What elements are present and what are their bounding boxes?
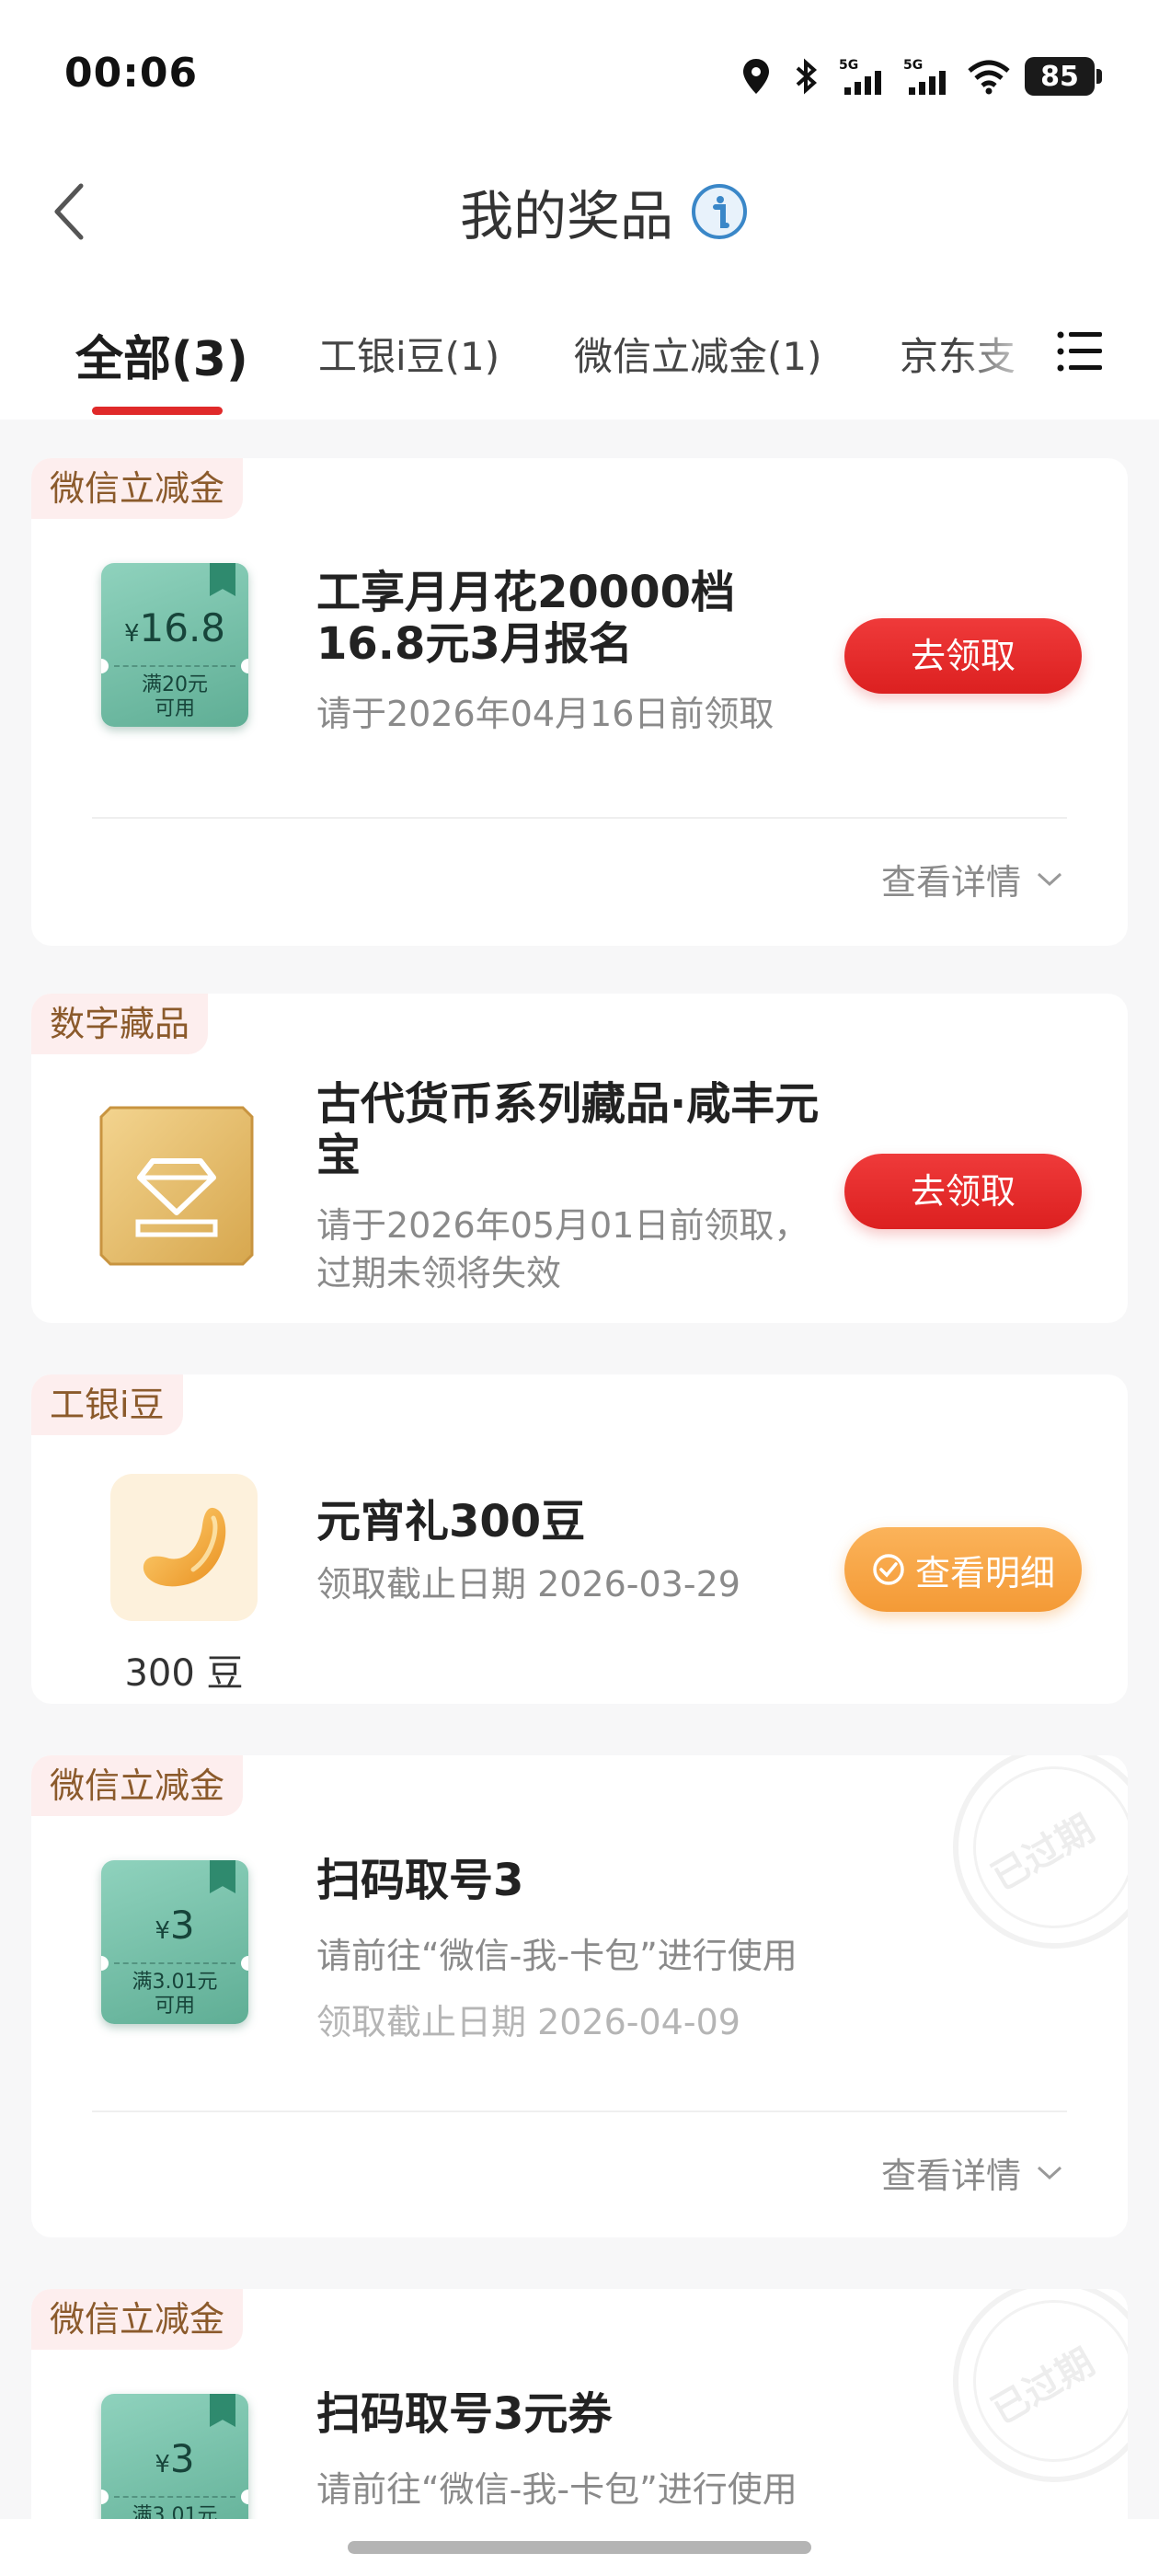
status-icons: 5G 5G 85: [738, 53, 1102, 99]
header: 我的奖品: [0, 147, 1159, 276]
signal-5g-icon: 5G: [837, 56, 889, 97]
bookmark-icon: [210, 2394, 235, 2427]
category-tag: 微信立减金: [31, 2289, 244, 2350]
prize-title: 元宵礼300豆: [316, 1496, 586, 1547]
coupon-condition: 满3.01元: [132, 2504, 218, 2519]
prize-title: 扫码取号3元券: [316, 2388, 613, 2440]
category-tag: 微信立减金: [31, 458, 244, 519]
status-bar: 00:06 5G 5G 85: [0, 0, 1159, 156]
info-icon[interactable]: [690, 182, 749, 241]
signal-5g-icon-2: 5G: [901, 56, 953, 97]
home-indicator[interactable]: [348, 2541, 811, 2554]
view-record-button[interactable]: 查看明细: [844, 1527, 1082, 1612]
svg-text:5G: 5G: [839, 58, 858, 73]
tab-bar: 全部(3) 工银i豆(1) 微信立减金(1) 京东支: [0, 276, 1159, 420]
tab-icbc-beans[interactable]: 工银i豆(1): [318, 326, 499, 382]
claim-button[interactable]: 去领取: [844, 618, 1082, 694]
prize-card: 已过期 微信立减金 ¥3 满3.01元 扫码取号3元券 请前往“微信-我-卡包”…: [31, 2289, 1128, 2519]
coupon-condition: 满3.01元 可用: [132, 1971, 218, 2018]
svg-text:5G: 5G: [903, 58, 923, 73]
coupon-amount: ¥3: [155, 1903, 195, 1948]
prize-deadline: 请于2026年04月16日前领取: [316, 694, 775, 734]
prize-title: 扫码取号3: [316, 1855, 524, 1906]
coupon-icon: ¥3 满3.01元: [101, 2394, 248, 2519]
claim-button[interactable]: 去领取: [844, 1154, 1082, 1229]
prize-card: 微信立减金 ¥16.8 满20元 可用 工享月月花20000档16.8元3月报名 …: [31, 458, 1128, 946]
tab-wechat-discount[interactable]: 微信立减金(1): [574, 326, 822, 382]
prize-deadline: 请于2026年05月01日前领取，过期未领将失效: [316, 1205, 809, 1294]
bookmark-icon: [210, 1860, 235, 1893]
tab-fade: [957, 313, 1067, 396]
chevron-down-icon: [1037, 2166, 1062, 2179]
view-details-label: 查看详情: [880, 2156, 1021, 2196]
prize-card: 已过期 微信立减金 ¥3 满3.01元 可用 扫码取号3 请前往“微信-我-卡包”…: [31, 1755, 1128, 2237]
status-time: 00:06: [64, 50, 199, 97]
coupon-amount: ¥16.8: [123, 605, 226, 650]
prize-title: 古代货币系列藏品·咸丰元宝: [316, 1078, 820, 1181]
tab-all[interactable]: 全部(3): [75, 320, 248, 389]
check-circle-icon: [873, 1554, 904, 1585]
prize-card: 数字藏品 古代货币系列藏品·咸丰元宝 请于2026年05月01日前领取，过期未领…: [31, 994, 1128, 1323]
category-tag: 微信立减金: [31, 1755, 244, 1816]
battery-icon: 85: [1025, 57, 1102, 96]
prize-deadline: 领取截止日期 2026-03-29: [316, 1564, 740, 1604]
bluetooth-icon: [787, 56, 824, 97]
expired-stamp: 已过期: [953, 1755, 1128, 1949]
coupon-amount: ¥3: [155, 2436, 195, 2481]
usage-hint: 请前往“微信-我-卡包”进行使用: [316, 1936, 798, 1976]
coupon-condition: 满20元 可用: [142, 673, 208, 720]
back-button[interactable]: [42, 175, 98, 248]
usage-hint: 请前往“微信-我-卡包”进行使用: [316, 2469, 798, 2510]
list-menu-icon[interactable]: [1056, 324, 1107, 379]
prize-title: 工享月月花20000档16.8元3月报名: [316, 567, 735, 670]
view-details-link[interactable]: 查看详情: [881, 854, 1063, 904]
bean-icon: [110, 1474, 258, 1621]
page-title: 我的奖品: [460, 185, 674, 247]
chevron-left-icon: [54, 183, 84, 240]
view-record-label: 查看明细: [914, 1552, 1055, 1593]
divider: [92, 817, 1067, 819]
title-wrap: 我的奖品: [460, 173, 749, 250]
tab-active-indicator: [92, 407, 223, 415]
chevron-down-icon: [1037, 872, 1062, 886]
bean-count-label: 300 豆: [124, 1652, 244, 1695]
view-details-label: 查看详情: [880, 862, 1021, 903]
prize-card: 工银i豆 300 豆 元宵礼300豆 领取截止日期 2026-03-29 查看明…: [31, 1374, 1128, 1704]
bookmark-icon: [210, 563, 235, 596]
diamond-collectible-icon: [98, 1104, 256, 1268]
view-details-link[interactable]: 查看详情: [881, 2147, 1063, 2198]
wifi-icon: [966, 56, 1012, 97]
coupon-icon: ¥16.8 满20元 可用: [101, 563, 248, 727]
prize-deadline: 领取截止日期 2026-04-09: [316, 2002, 740, 2042]
location-icon: [738, 56, 775, 97]
category-tag: 数字藏品: [31, 994, 209, 1054]
expired-stamp: 已过期: [953, 2289, 1128, 2482]
divider: [92, 2110, 1067, 2112]
coupon-icon: ¥3 满3.01元 可用: [101, 1860, 248, 2024]
category-tag: 工银i豆: [31, 1374, 183, 1435]
